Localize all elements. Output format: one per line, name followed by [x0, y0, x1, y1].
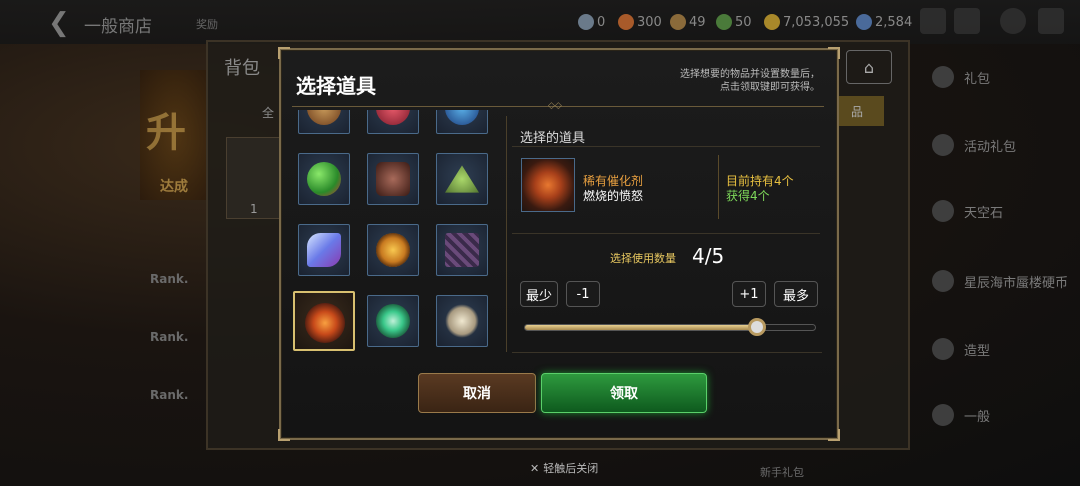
item-slot[interactable]: [436, 224, 488, 276]
side-item-package[interactable]: 礼包: [932, 66, 990, 88]
min-button[interactable]: 最少: [520, 281, 558, 307]
panel-divider: [512, 352, 822, 353]
gold-coin-icon: [764, 14, 780, 30]
item-slot[interactable]: [298, 110, 350, 134]
item-slot[interactable]: [367, 110, 419, 134]
home-icon[interactable]: [1038, 8, 1064, 34]
side-item-costume[interactable]: 造型: [932, 338, 990, 360]
bottom-right-hint: 新手礼包: [760, 466, 804, 479]
currency-crystal: 2,584: [856, 14, 912, 30]
bag-title: 背包: [224, 58, 260, 79]
dialog-hint-line: 点击领取键即可获得。: [720, 82, 820, 93]
minus-circle-icon[interactable]: [1000, 8, 1026, 34]
fire-coin-icon: [618, 14, 634, 30]
currency-gem: 0: [578, 14, 605, 30]
item-slot[interactable]: [436, 110, 488, 134]
vertical-separator: [718, 155, 719, 219]
gain-count: 获得4个: [726, 189, 770, 203]
skull-crossbones-icon: [445, 304, 479, 338]
blue-feather-crystal-icon: [307, 233, 341, 267]
item-name: 燃烧的愤怒: [583, 189, 644, 203]
blue-crystal-icon: [445, 110, 479, 125]
red-gem-cluster-icon: [376, 110, 410, 125]
item-slot[interactable]: [436, 295, 488, 347]
side-item-general[interactable]: 一般: [932, 404, 990, 426]
costume-icon: [932, 338, 954, 360]
minus-one-button[interactable]: -1: [566, 281, 600, 307]
burning-fury-icon: [305, 303, 345, 343]
gift-icon: [932, 134, 954, 156]
item-grid[interactable]: [292, 110, 502, 356]
green-mound-icon: [445, 165, 479, 193]
rank-label: Rank.: [150, 330, 189, 344]
item-slot[interactable]: [436, 153, 488, 205]
dialog-hint-line: 选择想要的物品并设置数量后，: [680, 69, 820, 80]
ore-pile-icon: [376, 162, 410, 196]
side-item-sky-stone[interactable]: 天空石: [932, 200, 1003, 222]
corner-ornament: [278, 429, 290, 441]
close-icon: ✕: [530, 461, 540, 475]
corner-ornament: [828, 47, 840, 59]
leaf-icon: [716, 14, 732, 30]
dialog-hint: 选择想要的物品并设置数量后， 点击领取键即可获得。: [600, 68, 820, 94]
sun-medal-icon: [376, 233, 410, 267]
promo-small-text: 达成: [160, 179, 188, 195]
gift-icon: [932, 66, 954, 88]
confirm-button[interactable]: 领取: [541, 373, 707, 413]
max-button[interactable]: 最多: [774, 281, 818, 307]
shop-subtitle: 奖励: [196, 18, 218, 31]
slime-balls-icon: [307, 162, 341, 196]
coin-icon: [932, 270, 954, 292]
rank-label: Rank.: [150, 388, 189, 402]
promo-big-text: 升: [146, 110, 186, 156]
corner-ornament: [828, 429, 840, 441]
side-item-event-package[interactable]: 活动礼包: [932, 134, 1016, 156]
item-slot-selected[interactable]: [293, 291, 355, 351]
item-slot[interactable]: [367, 224, 419, 276]
divider-ornament-icon: ◇◇: [548, 101, 562, 111]
mail-icon[interactable]: [954, 8, 980, 34]
shop-title: 一般商店: [84, 17, 152, 37]
rank-label: Rank.: [150, 272, 189, 286]
burning-fury-icon: [521, 158, 575, 212]
green-compass-icon: [376, 304, 410, 338]
purple-slab-icon: [445, 233, 479, 267]
side-item-star-coin[interactable]: 星辰海市蜃楼硬币: [932, 270, 1068, 292]
cancel-button[interactable]: 取消: [418, 373, 536, 413]
quantity-value: 4/5: [692, 244, 725, 268]
corner-ornament: [278, 47, 290, 59]
bag-menu-icon[interactable]: ⌂: [846, 50, 892, 84]
back-arrow-icon[interactable]: ❮: [48, 8, 70, 38]
stone-icon: [932, 200, 954, 222]
crystal-icon: [856, 14, 872, 30]
currency-fire: 300: [618, 14, 662, 30]
top-right-icons: [920, 8, 1070, 36]
currency-gold: 7,053,055: [764, 14, 849, 30]
item-slot[interactable]: [367, 153, 419, 205]
item-slot[interactable]: [298, 224, 350, 276]
currency-feather: 49: [670, 14, 706, 30]
currency-leaf: 50: [716, 14, 752, 30]
bag-tab-all[interactable]: 全: [262, 104, 274, 121]
quantity-slider-fill: [525, 325, 757, 330]
item-slot[interactable]: [367, 295, 419, 347]
menu-grid-icon[interactable]: [920, 8, 946, 34]
selected-item-label: 选择的道具: [520, 131, 586, 146]
grid-separator: [506, 116, 507, 352]
close-hint[interactable]: ✕ 轻触后关闭: [530, 460, 598, 476]
top-bar: [0, 0, 1080, 44]
globe-icon: [932, 404, 954, 426]
quantity-label: 选择使用数量: [610, 252, 676, 265]
dialog-title: 选择道具: [296, 74, 376, 98]
gem-icon: [578, 14, 594, 30]
quantity-slider-handle[interactable]: [748, 318, 766, 336]
item-slot[interactable]: [298, 153, 350, 205]
feather-icon: [670, 14, 686, 30]
bag-slot-count: 1: [250, 202, 258, 216]
plus-one-button[interactable]: +1: [732, 281, 766, 307]
scroll-chest-icon: [307, 110, 341, 125]
